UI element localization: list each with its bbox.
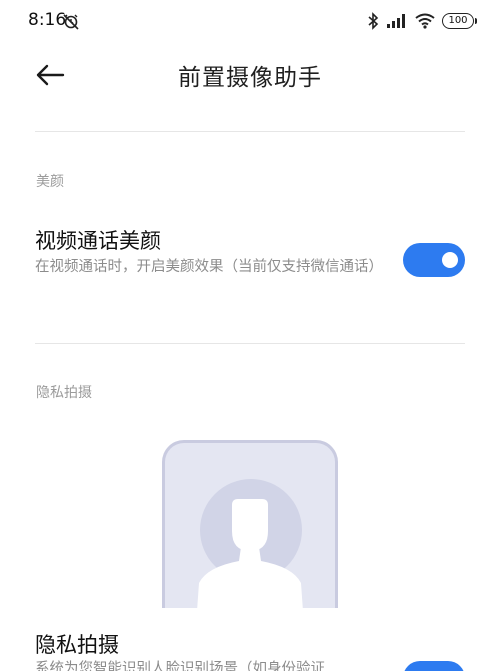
setting-desc-video-beauty: 在视频通话时，开启美颜效果（当前仅支持微信通话） (35, 259, 383, 275)
wifi-icon (415, 13, 435, 29)
section-label-beauty: 美颜 (36, 174, 64, 190)
setting-title-privacy-shot: 隐私拍摄 (35, 633, 119, 657)
person-silhouette-icon (197, 499, 303, 608)
signal-icon (387, 14, 405, 28)
setting-title-video-beauty: 视频通话美颜 (35, 229, 161, 253)
privacy-shot-toggle[interactable] (403, 661, 465, 671)
video-beauty-toggle[interactable] (403, 243, 465, 277)
page-title: 前置摄像助手 (178, 65, 322, 91)
section-divider (35, 343, 465, 344)
privacy-preview-image (162, 440, 338, 608)
toggle-knob (442, 252, 458, 268)
setting-desc-privacy-shot: 系统为您智能识别人脸识别场景（如身份验证 (35, 661, 325, 671)
header-divider (35, 131, 465, 132)
bluetooth-icon (368, 12, 379, 30)
screen: 8:16 100 前置摄像助手 美颜 视频通话美颜 在视频通话时，开启美颜效果（… (0, 0, 500, 671)
status-icons: 100 (367, 11, 477, 31)
section-label-privacy: 隐私拍摄 (36, 385, 92, 401)
status-time: 8:16 (28, 10, 67, 30)
battery-icon: 100 (442, 13, 477, 29)
alarm-muted-icon (63, 14, 79, 30)
status-bar: 8:16 100 (0, 0, 500, 44)
